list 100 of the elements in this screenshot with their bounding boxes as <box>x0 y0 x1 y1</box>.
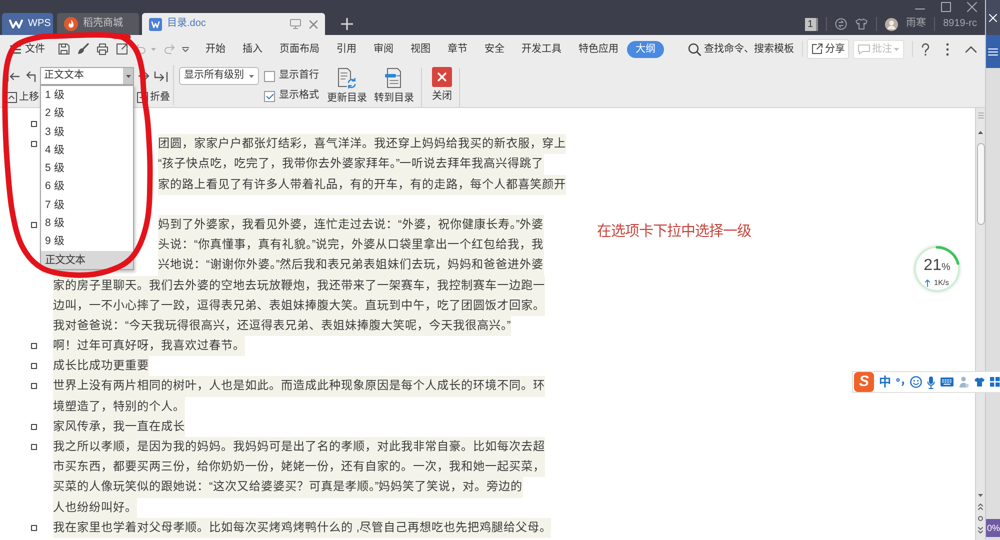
dropdown-item[interactable]: 9 级 <box>41 232 133 251</box>
shirt-icon[interactable] <box>974 377 985 387</box>
turn-right-bar-icon[interactable] <box>154 70 168 82</box>
bar-arrow-left-icon[interactable] <box>6 70 20 82</box>
bullet-icon <box>31 424 37 430</box>
ribbon-tab[interactable]: 章节 <box>439 40 476 58</box>
grid-icon[interactable] <box>990 377 1000 387</box>
chevron-up-icon[interactable] <box>965 46 977 52</box>
account-id[interactable]: 8919-rc <box>943 18 977 30</box>
bullet-icon <box>31 121 37 127</box>
document-icon <box>149 18 162 30</box>
dropdown-item[interactable]: 1 级 <box>41 86 133 104</box>
ribbon-tab[interactable]: 开发工具 <box>513 40 570 58</box>
document-refresh-icon <box>337 67 357 89</box>
turn-left-icon[interactable] <box>24 70 36 82</box>
dropdown-item[interactable]: 5 级 <box>41 159 133 178</box>
share-button[interactable]: 分享 <box>807 39 849 59</box>
ribbon-tab[interactable]: 大纲 <box>627 40 664 58</box>
caret-up-box-icon <box>6 92 17 102</box>
logo-icon <box>9 19 23 29</box>
level-filter-dropdown[interactable]: 显示所有级别 <box>179 67 259 85</box>
close-icon <box>432 67 452 87</box>
help-icon[interactable] <box>921 42 930 56</box>
arrow-up-icon <box>924 278 930 286</box>
bullet-icon <box>31 343 37 350</box>
annotation-text: 在选项卡下拉中选择一级 <box>597 224 752 241</box>
scrollbar-thumb[interactable] <box>976 143 984 225</box>
close-icon[interactable] <box>967 2 977 12</box>
avatar-icon[interactable] <box>885 18 898 30</box>
user-name[interactable]: 雨寒 <box>906 18 926 30</box>
menu-icon[interactable] <box>988 48 998 56</box>
search-icon <box>688 42 701 56</box>
grip-icon <box>978 112 984 119</box>
ribbon-tab[interactable]: 安全 <box>476 40 513 58</box>
dropdown-item[interactable]: 7 级 <box>41 196 133 214</box>
file-menu-button[interactable]: 文件 <box>10 44 45 54</box>
checkbox-label[interactable]: 显示格式 <box>279 90 319 102</box>
dropdown-item[interactable]: 6 级 <box>41 177 133 196</box>
search-button[interactable]: 查找命令、搜索模板 <box>688 42 794 56</box>
vertical-scrollbar[interactable] <box>975 108 985 540</box>
ribbon-tab[interactable]: 审阅 <box>365 40 402 58</box>
punctuation-icon[interactable] <box>896 378 905 386</box>
ribbon-tab[interactable]: 页面布局 <box>271 40 328 58</box>
more-icon[interactable] <box>946 42 949 56</box>
menu-icon <box>10 44 21 54</box>
bullet-icon <box>31 363 37 370</box>
dropdown-item[interactable]: 2 级 <box>41 104 133 123</box>
checkbox[interactable] <box>264 70 275 82</box>
ribbon-tab[interactable]: 引用 <box>328 40 365 58</box>
triangle-up-icon[interactable] <box>978 131 983 134</box>
update-toc-button[interactable]: 更新目录 <box>325 66 369 108</box>
microphone-icon[interactable] <box>927 376 935 388</box>
plus-icon[interactable] <box>341 18 353 30</box>
input-mode-toggle[interactable]: 中 <box>879 375 891 389</box>
checkbox-label[interactable]: 显示首行 <box>279 70 319 82</box>
checkbox[interactable] <box>264 90 275 102</box>
bullet-icon <box>31 141 37 148</box>
ribbon-tab[interactable]: 开始 <box>197 40 234 58</box>
share-icon <box>811 43 823 55</box>
window-count-badge[interactable]: 1 <box>804 18 818 30</box>
dropdown-item[interactable]: 4 级 <box>41 140 133 160</box>
ribbon-tab[interactable]: 特色应用 <box>570 40 627 58</box>
bullet-icon <box>31 444 37 450</box>
outline-level-dropdown[interactable]: 正文文本 <box>40 67 134 85</box>
zoom-level-text: 0% <box>986 519 1000 537</box>
double-caret-up-icon[interactable] <box>978 503 983 510</box>
comment-icon <box>858 44 870 54</box>
caret-icon <box>126 74 130 78</box>
close-outline-button[interactable]: 关闭 <box>430 66 454 108</box>
collapse-button[interactable]: 折叠 <box>137 92 170 102</box>
window-tab[interactable]: 稻壳商城 <box>57 13 139 35</box>
ribbon-tab[interactable]: 插入 <box>234 40 271 58</box>
maximize-icon[interactable] <box>941 2 951 12</box>
ribbon-tab[interactable]: 视图 <box>402 40 439 58</box>
dropdown-item[interactable]: 3 级 <box>41 122 133 141</box>
export-icon[interactable] <box>116 43 128 55</box>
minus-box-icon <box>137 92 148 102</box>
keyboard-icon[interactable] <box>940 377 954 387</box>
caret-icon <box>249 74 254 78</box>
usage-percent: 21% <box>924 258 950 276</box>
brush-icon[interactable] <box>77 43 89 55</box>
caret-icon[interactable] <box>182 46 189 52</box>
arrow-right-icon[interactable] <box>138 71 150 81</box>
save-icon[interactable] <box>58 43 70 55</box>
dropdown-item[interactable]: 8 级 <box>41 214 133 232</box>
goto-toc-button[interactable]: 转到目录 <box>372 66 416 108</box>
move-up-button[interactable]: 上移 <box>6 92 39 102</box>
document-list-icon <box>384 67 404 89</box>
circle-icon[interactable] <box>978 516 983 521</box>
bullet-icon <box>31 383 37 390</box>
double-caret-down-icon[interactable] <box>978 527 983 534</box>
smiley-icon[interactable] <box>910 376 922 388</box>
triangle-down-icon[interactable] <box>978 494 983 497</box>
bullet-icon <box>31 524 37 531</box>
window-tab[interactable]: WPS <box>2 13 53 35</box>
shirt-icon[interactable] <box>855 18 868 30</box>
caret-icon <box>894 48 899 50</box>
dropdown-item[interactable]: 正文文本 <box>41 250 133 269</box>
print-icon[interactable] <box>96 43 109 55</box>
bullet-icon <box>31 222 37 228</box>
